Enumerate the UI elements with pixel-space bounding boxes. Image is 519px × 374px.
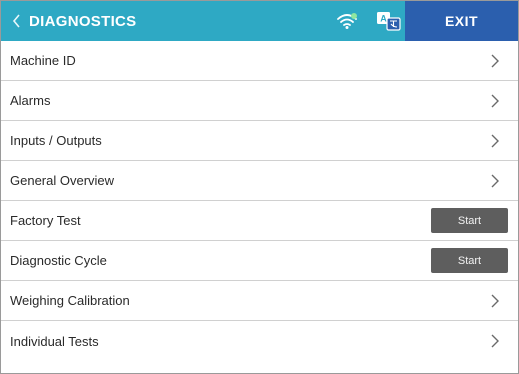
chevron-right-icon [490,333,500,349]
menu-item-individual-tests[interactable]: Individual Tests [1,321,518,361]
menu-item-label: Factory Test [10,213,81,228]
back-button[interactable]: DIAGNOSTICS [1,1,136,41]
chevron-right-icon [490,53,500,69]
exit-button[interactable]: EXIT [405,1,518,41]
header-bar: DIAGNOSTICS A EXIT [1,1,518,41]
menu-item-diagnostic-cycle: Diagnostic Cycle Start [1,241,518,281]
chevron-right-icon [490,293,500,309]
language-translate-icon[interactable]: A [376,11,402,31]
menu-item-label: Machine ID [10,53,76,68]
diagnostics-screen: DIAGNOSTICS A EXIT Machine ID Alarms Inp… [0,0,519,374]
wifi-icon[interactable] [336,12,358,30]
header-status-icons: A [331,1,402,41]
page-title: DIAGNOSTICS [29,12,137,30]
menu-item-factory-test: Factory Test Start [1,201,518,241]
diagnostic-cycle-start-button[interactable]: Start [431,248,508,273]
menu-item-label: General Overview [10,173,115,188]
menu-item-label: Diagnostic Cycle [10,253,107,268]
menu-item-machine-id[interactable]: Machine ID [1,41,518,81]
chevron-left-icon [11,13,23,29]
menu-item-weighing-calibration[interactable]: Weighing Calibration [1,281,518,321]
factory-test-start-button[interactable]: Start [431,208,508,233]
menu-item-alarms[interactable]: Alarms [1,81,518,121]
menu-item-inputs-outputs[interactable]: Inputs / Outputs [1,121,518,161]
menu-item-label: Alarms [10,93,51,108]
menu-item-label: Inputs / Outputs [10,133,102,148]
menu-item-label: Weighing Calibration [10,293,130,308]
diagnostics-menu: Machine ID Alarms Inputs / Outputs Gener… [1,41,518,361]
menu-item-label: Individual Tests [10,333,99,349]
chevron-right-icon [490,133,500,149]
menu-item-general-overview[interactable]: General Overview [1,161,518,201]
svg-text:A: A [380,14,387,24]
chevron-right-icon [490,93,500,109]
chevron-right-icon [490,173,500,189]
